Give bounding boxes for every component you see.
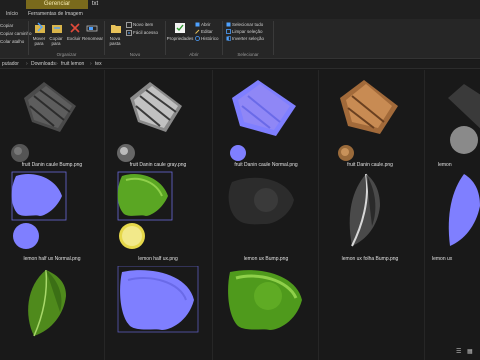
open-label: Abrir <box>189 52 199 57</box>
grid-divider <box>104 70 105 360</box>
thumbnail-image <box>228 177 294 225</box>
select-none-button[interactable]: Limpar seleção <box>232 29 263 34</box>
invert-selection-button[interactable]: Inverter seleção <box>232 36 264 41</box>
breadcrumb-fruit-lemon[interactable]: fruit lemon <box>61 60 84 69</box>
rename-button[interactable]: Renomear <box>82 36 103 41</box>
grid-divider <box>212 70 213 360</box>
file-grid: fruit Danin caule Bump.png fruit Danin c… <box>0 70 480 360</box>
select-all-icon <box>226 22 231 27</box>
history-button[interactable]: Histórico <box>201 36 219 41</box>
file-name: lemon ux folha Bump.png <box>341 256 399 262</box>
move-to-button[interactable]: Mover para <box>31 36 47 46</box>
copy-button[interactable]: Copiar <box>0 23 13 28</box>
file-name: lemon <box>438 162 452 168</box>
large-icons-view-icon[interactable]: ▦ <box>467 348 473 355</box>
select-label: Selecionar <box>237 52 259 57</box>
history-icon <box>195 36 200 41</box>
new-folder-icon <box>111 25 121 33</box>
window-title: txt <box>91 1 99 7</box>
tab-manage[interactable]: Gerenciar <box>26 0 88 9</box>
address-bar[interactable]: putador › Downloads › fruit lemon › tex <box>0 60 480 69</box>
breadcrumb-separator: › <box>90 61 92 67</box>
new-item-button[interactable]: Novo item <box>133 22 153 27</box>
tab-image-tools[interactable]: Ferramentas de Imagem <box>28 10 83 19</box>
thumbnail-image <box>230 80 296 161</box>
file-tile[interactable]: lemon half ux Normal.png <box>4 170 100 266</box>
edit-button[interactable]: Editar <box>201 29 213 34</box>
select-group: Selecionar tudo Limpar seleção Inverter … <box>223 19 273 59</box>
select-all-button[interactable]: Selecionar tudo <box>232 22 263 27</box>
file-name: lemon half ux Normal.png <box>23 256 81 262</box>
ribbon-tabs: Início Ferramentas de Imagem <box>0 10 480 19</box>
open-button[interactable]: Abrir <box>201 22 211 27</box>
rename-icon <box>86 25 98 32</box>
thumbnail-image <box>117 82 182 162</box>
thumbnail-image <box>448 84 480 154</box>
file-tile[interactable]: lemon ux Bump.png <box>218 170 314 266</box>
breadcrumb-separator: › <box>56 61 58 67</box>
clipboard-group: Copiar Copiar caminho Colar atalho <box>0 19 32 59</box>
thumbnail-image <box>11 171 67 249</box>
ribbon-divider <box>273 21 274 55</box>
invert-selection-icon <box>226 36 231 41</box>
delete-button[interactable]: Excluir <box>67 36 81 41</box>
paste-shortcut-button[interactable]: Colar atalho <box>0 39 24 44</box>
copy-path-button[interactable]: Copiar caminho <box>0 31 32 36</box>
file-tile[interactable] <box>4 266 100 360</box>
delete-icon <box>70 23 80 33</box>
new-folder-button[interactable]: Nova pasta <box>108 36 122 46</box>
thumbnail-image <box>338 80 398 161</box>
breadcrumb-tex[interactable]: tex <box>95 60 102 69</box>
breadcrumb-separator: › <box>26 61 28 67</box>
breadcrumb-computer[interactable]: putador <box>2 60 19 69</box>
file-name: fruit Danin caule.png <box>347 162 393 168</box>
file-name: lemon ux Bump.png <box>243 256 289 262</box>
thumbnail-image <box>28 269 66 337</box>
easy-access-icon <box>126 30 132 36</box>
thumbnail-image <box>117 171 173 249</box>
file-name: lemon half ux.png <box>138 256 178 262</box>
organize-label: Organizar <box>56 52 77 57</box>
thumbnail-image <box>117 266 199 333</box>
easy-access-button[interactable]: Fácil acesso <box>133 30 158 35</box>
thumbnail-image <box>11 82 76 162</box>
ribbon: Copiar Copiar caminho Colar atalho Mover… <box>0 19 480 59</box>
tab-home[interactable]: Início <box>6 10 18 19</box>
title-bar: Gerenciar txt <box>0 0 480 10</box>
file-tile[interactable]: lemon ux folha Bump.png <box>322 170 418 266</box>
breadcrumb-downloads[interactable]: Downloads <box>31 60 56 69</box>
new-item-icon <box>126 22 132 28</box>
grid-divider <box>318 70 319 360</box>
file-tile[interactable]: fruit Danin caule Normal.png <box>218 76 314 172</box>
copy-to-icon <box>52 25 62 33</box>
file-name: fruit Danin caule gray.png <box>129 162 187 168</box>
thumbnail-image <box>448 174 480 246</box>
open-group: Propriedades Abrir Editar Histórico Abri… <box>166 19 222 59</box>
file-tile[interactable]: lemon half ux.png <box>110 170 206 266</box>
properties-icon <box>175 23 185 33</box>
file-name: fruit Danin caule Normal.png <box>234 162 298 168</box>
thumbnail-image <box>349 173 380 247</box>
organize-group: Mover para Copiar para Excluir Renomear … <box>29 19 104 59</box>
file-tile[interactable]: lemon ux <box>428 170 480 266</box>
file-tile[interactable] <box>218 266 314 360</box>
file-name: fruit Danin caule Bump.png <box>21 162 83 168</box>
edit-icon <box>195 29 200 34</box>
file-tile[interactable]: lemon <box>428 76 480 172</box>
move-to-icon <box>35 22 45 33</box>
open-icon <box>195 22 200 27</box>
file-tile[interactable] <box>110 266 206 360</box>
copy-to-button[interactable]: Copiar para <box>48 36 64 46</box>
file-tile[interactable]: fruit Danin caule Bump.png <box>4 76 100 172</box>
file-name: lemon ux <box>432 256 453 262</box>
grid-divider <box>424 70 425 360</box>
new-label: Novo <box>129 52 141 57</box>
new-group: Nova pasta Novo item Fácil acesso Novo <box>105 19 165 59</box>
details-view-icon[interactable]: ☰ <box>456 348 461 355</box>
thumbnail-image <box>228 270 302 330</box>
properties-button[interactable]: Propriedades <box>166 36 194 41</box>
select-none-icon <box>226 29 231 34</box>
file-tile[interactable]: fruit Danin caule.png <box>322 76 418 172</box>
file-tile[interactable]: fruit Danin caule gray.png <box>110 76 206 172</box>
